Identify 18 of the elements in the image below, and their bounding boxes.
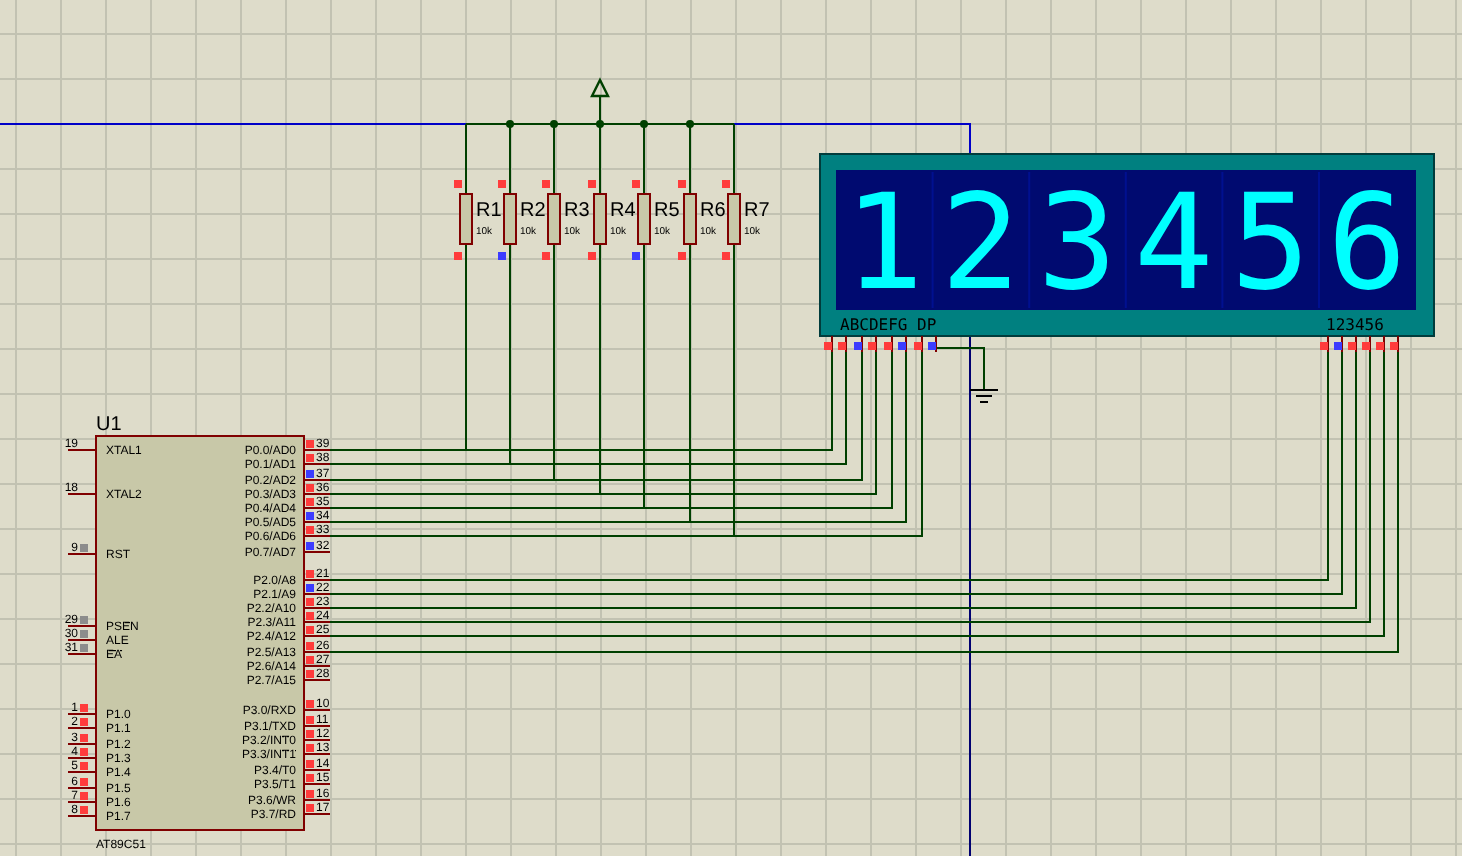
resistor-reference: R7 [744, 200, 770, 222]
display-digit: 1 [844, 166, 924, 320]
display-digit: 3 [1037, 166, 1117, 320]
resistor-reference: R2 [520, 200, 546, 222]
resistor-reference: R4 [610, 200, 636, 222]
chip-reference: U1 [96, 414, 122, 436]
digit-pins-label: 123456 [1326, 316, 1384, 334]
segment-pins-label: ABCDEFG DP [840, 316, 937, 334]
display-digit: 5 [1230, 166, 1311, 320]
display-digit: 4 [1134, 166, 1214, 320]
ground-symbol [969, 389, 999, 403]
power-terminal-symbol [590, 77, 610, 125]
resistor-reference: R1 [476, 200, 502, 222]
resistor-reference: R5 [654, 200, 680, 222]
resistor-reference: R6 [700, 200, 726, 222]
display-digit: 2 [940, 166, 1021, 320]
display-digit: 6 [1327, 166, 1407, 320]
resistor-reference: R3 [564, 200, 590, 222]
